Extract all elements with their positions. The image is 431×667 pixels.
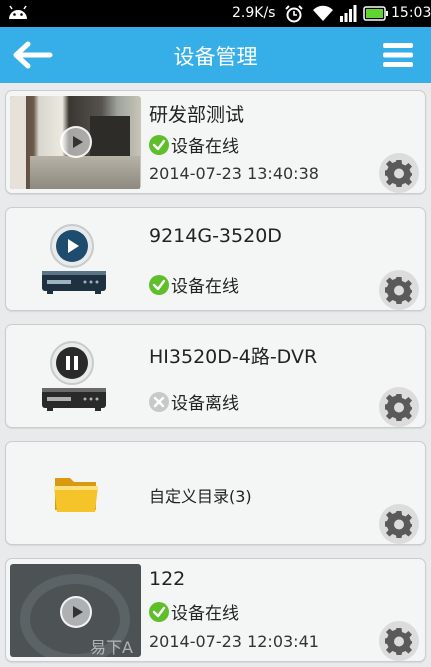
online-check-icon (149, 135, 169, 155)
status-bar: 2.9K/s 15:03 (0, 0, 431, 27)
wifi-icon (313, 5, 333, 21)
page-title: 设备管理 (173, 45, 258, 69)
play-button[interactable] (50, 224, 94, 268)
device-thumbnail (10, 96, 141, 189)
settings-gear-button[interactable] (379, 270, 419, 310)
device-card[interactable]: HI3520D-4路-DVR 设备离线 (5, 324, 426, 428)
device-timestamp: 2014-07-23 12:03:41 (149, 632, 319, 651)
folder-card[interactable]: 自定义目录(3) (5, 441, 426, 545)
folder-icon (54, 478, 98, 512)
device-timestamp: 2014-07-23 13:40:38 (149, 164, 319, 183)
watermark: 易下A (90, 638, 133, 657)
dvr-device-icon (42, 271, 106, 294)
device-name: 研发部测试 (149, 104, 245, 126)
settings-gear-button[interactable] (379, 153, 419, 193)
alarm-icon (285, 5, 303, 23)
device-status-text: 设备在线 (171, 277, 239, 297)
settings-gear-button[interactable] (379, 504, 419, 544)
pause-icon (66, 356, 78, 370)
device-status: 设备在线 (149, 132, 239, 157)
device-card[interactable]: 122 设备在线 2014-07-23 12:03:41 (5, 558, 426, 662)
device-status: 设备在线 (149, 599, 239, 624)
network-speed: 2.9K/s (232, 5, 276, 21)
folder-name: 自定义目录(3) (149, 487, 252, 506)
device-status-text: 设备在线 (171, 137, 239, 157)
device-card[interactable]: 9214G-3520D 设备在线 (5, 207, 426, 311)
android-icon (9, 5, 27, 19)
clock: 15:03 (391, 5, 431, 21)
gear-icon (385, 511, 412, 538)
online-check-icon (149, 602, 169, 622)
header-bar: 设备管理 (0, 27, 431, 83)
signal-icon (340, 5, 357, 22)
battery-icon (363, 6, 388, 21)
gear-icon (385, 628, 412, 655)
gear-icon (385, 394, 412, 421)
device-status: 设备离线 (149, 389, 239, 414)
play-icon[interactable] (60, 126, 92, 158)
device-status: 设备在线 (149, 272, 239, 297)
gear-icon (385, 277, 412, 304)
online-check-icon (149, 275, 169, 295)
device-card[interactable]: 研发部测试 设备在线 2014-07-23 13:40:38 (5, 90, 426, 194)
dvr-device-icon (42, 388, 106, 411)
settings-gear-button[interactable] (379, 621, 419, 661)
device-status-text: 设备离线 (171, 394, 239, 414)
play-icon[interactable] (60, 596, 92, 628)
gear-icon (385, 160, 412, 187)
device-name: HI3520D-4路-DVR (149, 346, 318, 368)
device-name: 122 (149, 568, 186, 590)
pause-button[interactable] (50, 341, 94, 385)
settings-gear-button[interactable] (379, 387, 419, 427)
offline-x-icon (149, 392, 169, 412)
play-icon (68, 239, 79, 253)
menu-icon[interactable] (382, 41, 414, 69)
device-status-text: 设备在线 (171, 604, 239, 624)
device-name: 9214G-3520D (149, 225, 282, 247)
